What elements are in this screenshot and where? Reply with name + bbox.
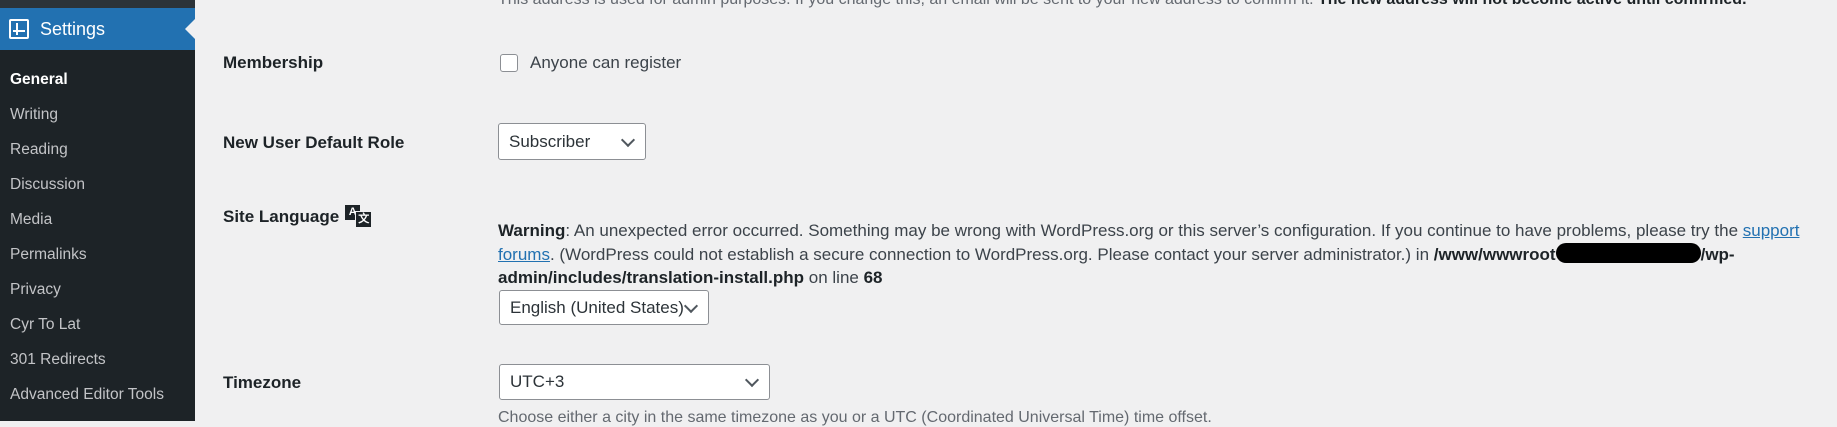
site-language-label-row: Site Language A 文 — [223, 204, 373, 228]
translation-warning: Warning: An unexpected error occurred. S… — [498, 221, 1800, 287]
chevron-down-icon — [683, 298, 699, 313]
default-role-select[interactable]: Subscriber — [498, 123, 646, 160]
default-role-label: New User Default Role — [223, 133, 405, 152]
anyone-can-register-label[interactable]: Anyone can register — [530, 53, 681, 73]
submenu-item-cyr-to-lat[interactable]: Cyr To Lat — [0, 307, 195, 342]
site-language-label: Site Language — [223, 207, 340, 226]
redacted-path-segment — [1555, 243, 1701, 264]
submenu-item-privacy[interactable]: Privacy — [0, 272, 195, 307]
warning-path-start: /www/wwwroot — [1433, 244, 1556, 264]
admin-email-description: This address is used for admin purposes.… — [498, 0, 1747, 9]
submenu-item-reading[interactable]: Reading — [0, 132, 195, 167]
default-role-value: Subscriber — [509, 131, 591, 151]
menu-item-settings[interactable]: Settings — [0, 8, 195, 50]
site-language-value: English (United States) — [510, 297, 684, 317]
menu-item-above[interactable] — [0, 0, 195, 8]
submenu-item-writing[interactable]: Writing — [0, 97, 195, 132]
translation-icon: A文 — [345, 204, 373, 228]
timezone-description: Choose either a city in the same timezon… — [498, 409, 1212, 426]
timezone-select[interactable]: UTC+3 — [499, 364, 770, 400]
admin-sidebar: Settings General Writing Reading Discuss… — [0, 0, 195, 421]
settings-submenu: General Writing Reading Discussion Media… — [0, 62, 195, 412]
membership-row: Anyone can register — [500, 53, 681, 73]
menu-item-settings-label: Settings — [40, 18, 106, 39]
current-menu-arrow — [185, 19, 195, 39]
timezone-value: UTC+3 — [510, 372, 565, 391]
warning-label: Warning — [498, 221, 566, 240]
settings-form: This address is used for admin purposes.… — [195, 0, 1837, 426]
submenu-item-discussion[interactable]: Discussion — [0, 167, 195, 202]
submenu-item-media[interactable]: Media — [0, 202, 195, 237]
chevron-down-icon — [620, 132, 636, 147]
anyone-can-register-checkbox[interactable] — [500, 54, 518, 72]
submenu-item-permalinks[interactable]: Permalinks — [0, 237, 195, 272]
chevron-down-icon — [744, 372, 760, 388]
timezone-label: Timezone — [223, 373, 302, 392]
warning-line-number: 68 — [863, 268, 883, 287]
submenu-item-advanced-editor-tools[interactable]: Advanced Editor Tools — [0, 377, 195, 412]
site-language-select[interactable]: English (United States) — [499, 290, 709, 325]
submenu-item-general[interactable]: General — [0, 62, 195, 97]
membership-label: Membership — [223, 53, 324, 72]
settings-sliders-icon — [9, 19, 29, 39]
submenu-item-301-redirects[interactable]: 301 Redirects — [0, 342, 195, 377]
